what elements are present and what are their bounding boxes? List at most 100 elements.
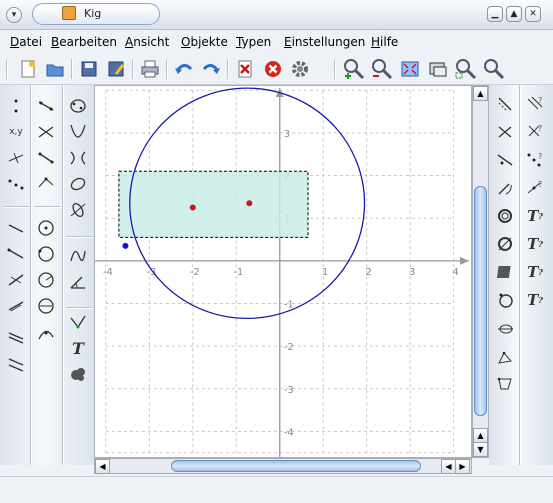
open-icon[interactable] xyxy=(43,57,67,81)
coordinates-tool-icon[interactable]: x,y xyxy=(4,121,28,143)
scroll-up-button[interactable]: ▲ xyxy=(473,86,488,101)
x-tick-label: 4 xyxy=(452,267,458,278)
conic-by-directrix-icon[interactable] xyxy=(66,199,90,221)
parabola-icon[interactable] xyxy=(66,121,90,143)
panel-divider xyxy=(30,85,32,465)
title-bar: ▾ Kig ▁ ▲ ✕ xyxy=(0,0,553,30)
transform-translation-icon[interactable] xyxy=(493,93,517,115)
recenter-icon[interactable] xyxy=(426,57,450,81)
horizontal-scrollbar[interactable]: ◀ ◀ ▶ xyxy=(94,458,472,474)
menu-datei[interactable]: Datei xyxy=(10,35,42,49)
perpendicular-tool-icon[interactable] xyxy=(4,353,28,375)
scroll-down-button[interactable]: ▼ xyxy=(473,442,488,457)
close-icon[interactable]: ✕ xyxy=(525,6,541,22)
script-tool-icon[interactable] xyxy=(66,363,90,385)
circle-by-center-icon[interactable] xyxy=(34,217,58,239)
save-icon[interactable] xyxy=(77,57,101,81)
main-toolbar xyxy=(0,53,553,85)
zoom-area-icon[interactable] xyxy=(454,57,478,81)
y-tick-label: 3 xyxy=(284,129,290,140)
point-on-object-icon[interactable] xyxy=(4,147,28,169)
text-tool-icon[interactable]: T? xyxy=(523,233,547,255)
projective-rotation-icon[interactable] xyxy=(493,317,517,339)
zoom-in-icon[interactable] xyxy=(342,57,366,81)
scroll-up-button-lower[interactable]: ▲ xyxy=(473,428,488,443)
panel-divider xyxy=(66,236,92,238)
toolbar-separator xyxy=(334,59,336,79)
polygon-vertices-icon[interactable] xyxy=(34,173,58,195)
maximize-icon[interactable]: ▲ xyxy=(506,6,522,22)
text-tool-icon[interactable]: T? xyxy=(523,289,547,311)
window-title: Kig xyxy=(84,7,102,20)
text-tool-label: T xyxy=(527,263,539,281)
text-tool-icon[interactable]: T? xyxy=(523,261,547,283)
arc-tool-icon[interactable] xyxy=(34,323,58,345)
scroll-left-button-right[interactable]: ◀ xyxy=(441,459,456,474)
circle-inversion-icon[interactable] xyxy=(493,289,517,311)
zoom-fit-icon[interactable] xyxy=(482,57,506,81)
cubic-curve-icon[interactable] xyxy=(66,245,90,267)
scaling-icon[interactable] xyxy=(493,205,517,227)
locus-tool-icon[interactable] xyxy=(66,311,90,333)
conic-five-points-icon[interactable] xyxy=(66,95,90,117)
window-menu-icon[interactable]: ▾ xyxy=(6,7,22,23)
segment-tool-icon[interactable] xyxy=(4,243,28,265)
print-icon[interactable] xyxy=(138,57,162,81)
scroll-left-button[interactable]: ◀ xyxy=(95,459,110,474)
menu-ansicht[interactable]: Ansicht xyxy=(125,35,169,49)
test-parallel-icon[interactable]: ? xyxy=(523,93,547,115)
ellipse-icon[interactable] xyxy=(66,173,90,195)
affinity-icon[interactable] xyxy=(493,347,517,369)
new-document-icon[interactable] xyxy=(16,57,40,81)
point-tool-icon[interactable] xyxy=(4,95,28,117)
hyperbola-icon[interactable] xyxy=(66,147,90,169)
harmonic-homology-icon[interactable] xyxy=(493,261,517,283)
menu-objekte[interactable]: Objekte xyxy=(181,35,228,49)
parallel-tool-icon[interactable] xyxy=(4,325,28,347)
drawing-canvas[interactable]: -4-3-2-11234321-1-2-3-4 xyxy=(94,85,472,458)
test-contains-icon[interactable]: ? xyxy=(523,177,547,199)
vertical-scrollbar[interactable]: ▲ ▲ ▼ xyxy=(472,85,489,458)
segment-icon[interactable] xyxy=(34,147,58,169)
minimize-icon[interactable]: ▁ xyxy=(487,6,503,22)
line-reflection-icon[interactable] xyxy=(493,149,517,171)
angle-tool-icon[interactable] xyxy=(66,271,90,293)
panel-divider xyxy=(4,206,30,208)
menu-bearbeiten[interactable]: Bearbeiten xyxy=(51,35,117,49)
full-screen-icon[interactable] xyxy=(398,57,422,81)
x-tick-label: -4 xyxy=(103,267,113,278)
redo-icon[interactable] xyxy=(199,57,223,81)
cancel-construction-icon[interactable] xyxy=(261,57,285,81)
zoom-out-icon[interactable] xyxy=(370,57,394,81)
menu-hilfe[interactable]: Hilfe xyxy=(371,35,398,49)
projectivity-icon[interactable] xyxy=(493,373,517,395)
menu-typen[interactable]: Typen xyxy=(236,35,271,49)
text-label-tool-icon[interactable]: T xyxy=(66,337,90,359)
test-orthogonal-icon[interactable]: ? xyxy=(523,121,547,143)
ray-tool-icon[interactable] xyxy=(4,269,28,291)
test-collinear-icon[interactable]: ? xyxy=(523,149,547,171)
circle-by-three-points-icon[interactable] xyxy=(34,243,58,265)
x-tick-label: -2 xyxy=(190,267,200,278)
intersection-icon[interactable] xyxy=(34,121,58,143)
point-reflection-icon[interactable] xyxy=(493,121,517,143)
mid-point-icon[interactable] xyxy=(4,173,28,195)
undo-icon[interactable] xyxy=(172,57,196,81)
vector-tool-icon[interactable] xyxy=(4,295,28,317)
similitude-icon[interactable] xyxy=(493,233,517,255)
circle-point-radius-icon[interactable] xyxy=(34,269,58,291)
horizontal-scroll-thumb[interactable] xyxy=(171,460,421,472)
rotation-icon[interactable] xyxy=(493,177,517,199)
circle-by-segment-icon[interactable] xyxy=(34,295,58,317)
geometry-plot[interactable]: -4-3-2-11234321-1-2-3-4 xyxy=(95,86,471,457)
save-as-icon[interactable] xyxy=(104,57,128,81)
menu-bar: Datei Bearbeiten Ansicht Objekte Typen E… xyxy=(0,31,553,53)
line-by-points-icon[interactable] xyxy=(34,95,58,117)
line-tool-icon[interactable] xyxy=(4,217,28,239)
delete-objects-icon[interactable] xyxy=(233,57,257,81)
text-tool-icon[interactable]: T? xyxy=(523,205,547,227)
run-macro-icon[interactable] xyxy=(288,57,312,81)
scroll-right-button[interactable]: ▶ xyxy=(455,459,470,474)
vertical-scroll-thumb[interactable] xyxy=(474,186,487,416)
menu-einstellungen[interactable]: Einstellungen xyxy=(284,35,365,49)
